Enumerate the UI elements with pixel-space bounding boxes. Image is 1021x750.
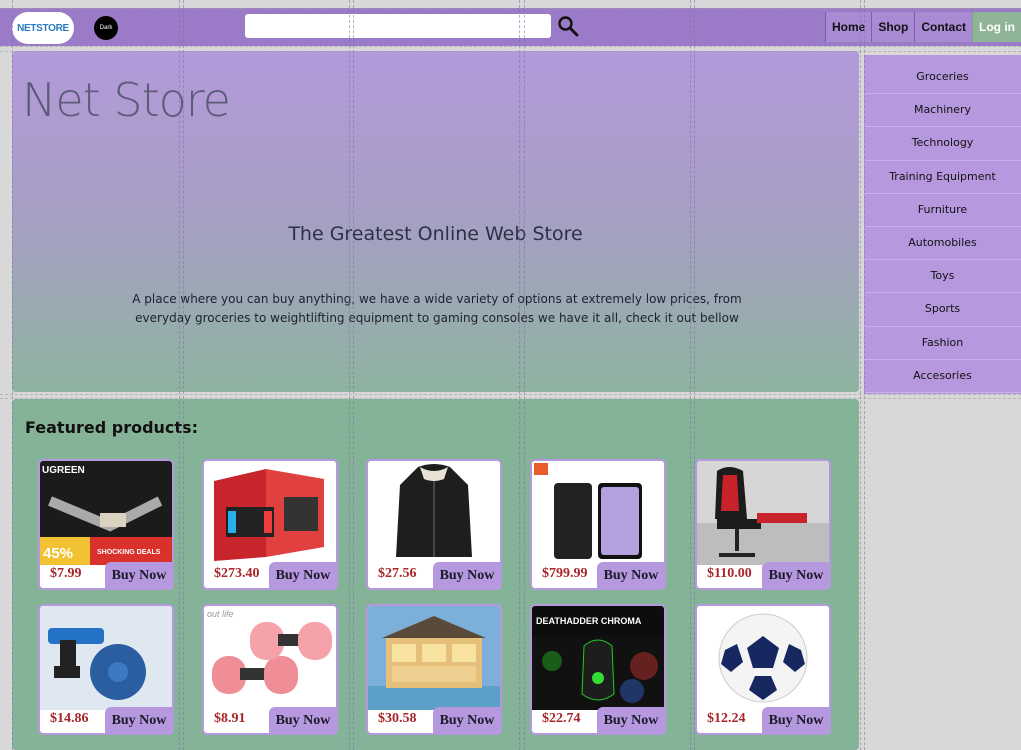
buy-now-button[interactable]: Buy Now [597,562,664,588]
nav-links: Home Shop Contact Log in [824,12,1021,46]
hdmi-cable-image: UGREEN 45% SHOCKING DEALS [40,461,172,565]
sidebar-item-sports[interactable]: Sports [864,293,1021,327]
svg-text:45%: 45% [43,545,73,562]
hero-subtitle: The Greatest Online Web Store [288,223,583,245]
svg-text:SHOCKING DEALS: SHOCKING DEALS [97,549,161,556]
product-price: $14.86 [50,711,89,726]
sidebar-item-technology[interactable]: Technology [864,127,1021,161]
winter-jacket-image [368,461,500,565]
hero-description: A place where you can buy anything, we h… [132,292,742,325]
product-card[interactable]: $30.58 Buy Now [366,604,502,735]
nav-contact-link[interactable]: Contact [914,12,972,42]
sidebar-item-automobiles[interactable]: Automobiles [864,227,1021,261]
dumbbells-image: out life [204,606,336,710]
login-button[interactable]: Log in [972,12,1021,42]
sidebar-item-accesories[interactable]: Accesories [864,360,1021,393]
hero-banner: Net Store The Greatest Online Web Store … [12,51,859,392]
sidebar-item-training-equipment[interactable]: Training Equipment [864,161,1021,194]
product-card[interactable]: $12.24 Buy Now [695,604,831,735]
game-console-image [204,461,336,565]
sidebar-item-machinery[interactable]: Machinery [864,94,1021,128]
guide-line [860,0,861,750]
product-price: $7.99 [50,566,82,581]
product-price: $110.00 [707,566,752,581]
product-card[interactable]: $14.86 Buy Now [38,604,174,735]
gaming-mouse-image: DEATHADDER CHROMA [532,606,664,710]
netstore-logo[interactable]: NETSTORE [12,12,74,44]
product-card[interactable]: $799.99 Buy Now [530,459,666,590]
buy-now-button[interactable]: Buy Now [269,707,336,733]
hero-title: Net Store [22,73,231,127]
featured-products-section: Featured products: UGREEN 45% SHOCKING D… [12,399,859,750]
product-card[interactable]: $273.40 Buy Now [202,459,338,590]
nav-shop-link[interactable]: Shop [871,12,915,42]
guide-line [0,46,1021,47]
drill-pump-image [40,606,172,710]
featured-heading: Featured products: [25,418,198,437]
svg-text:UGREEN: UGREEN [42,465,85,476]
sidebar-item-groceries[interactable]: Groceries [864,61,1021,95]
logo-text: NETSTORE [17,22,69,34]
product-price: $8.91 [214,711,246,726]
product-card[interactable]: $27.56 Buy Now [366,459,502,590]
buy-now-button[interactable]: Buy Now [269,562,336,588]
product-price: $27.56 [378,566,417,581]
search-input[interactable] [245,14,551,38]
top-navbar: NETSTORE Dark Home Shop Contact Log in [0,8,1021,46]
product-price: $273.40 [214,566,260,581]
gaming-chair-image [697,461,829,565]
product-price: $12.24 [707,711,746,726]
sidebar-item-fashion[interactable]: Fashion [864,327,1021,360]
buy-now-button[interactable]: Buy Now [105,707,172,733]
product-card[interactable]: UGREEN 45% SHOCKING DEALS $7.99 Buy Now [38,459,174,590]
buy-now-button[interactable]: Buy Now [105,562,172,588]
category-sidebar: Groceries Machinery Technology Training … [864,55,1021,394]
product-price: $22.74 [542,711,581,726]
buy-now-button[interactable]: Buy Now [433,562,500,588]
smartphone-image [532,461,664,565]
nav-home-link[interactable]: Home [824,12,872,42]
product-card[interactable]: $110.00 Buy Now [695,459,831,590]
guide-line [0,394,1021,395]
buy-now-button[interactable]: Buy Now [762,707,829,733]
buy-now-button[interactable]: Buy Now [433,707,500,733]
svg-text:DEATHADDER CHROMA: DEATHADDER CHROMA [536,616,642,626]
soccer-ball-image [697,606,829,710]
dark-mode-button[interactable]: Dark [94,16,118,40]
sidebar-item-toys[interactable]: Toys [864,260,1021,294]
sidebar-item-furniture[interactable]: Furniture [864,194,1021,227]
svg-text:out life: out life [207,609,234,619]
product-price: $30.58 [378,711,417,726]
product-price: $799.99 [542,566,588,581]
search-icon[interactable] [557,15,579,37]
buy-now-button[interactable]: Buy Now [762,562,829,588]
dollhouse-image [368,606,500,710]
buy-now-button[interactable]: Buy Now [597,707,664,733]
product-card[interactable]: DEATHADDER CHROMA $22.74 Buy Now [530,604,666,735]
product-card[interactable]: out life $8.91 Buy Now [202,604,338,735]
